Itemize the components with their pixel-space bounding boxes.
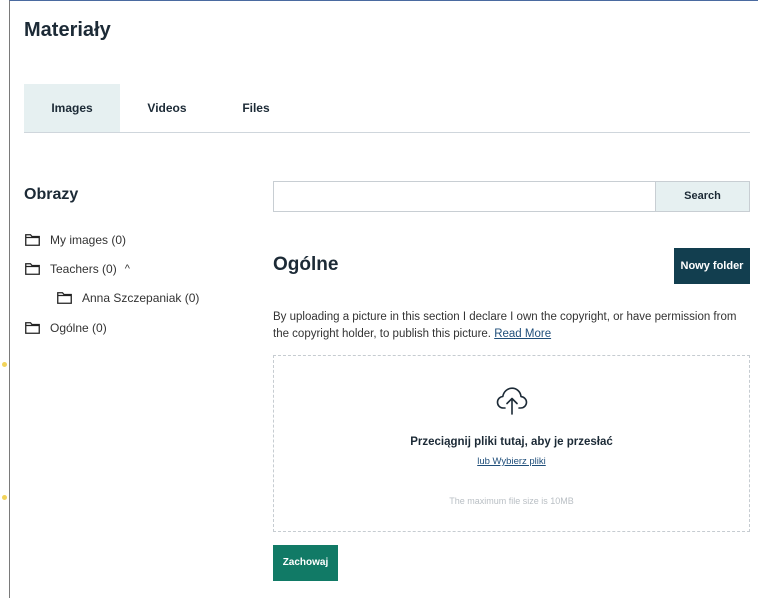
- tab-videos[interactable]: Videos: [134, 84, 200, 132]
- upload-dropzone[interactable]: Przeciągnij pliki tutaj, aby je przesłać…: [273, 355, 750, 532]
- new-folder-button[interactable]: Nowy folder: [674, 248, 750, 284]
- left-edge: [0, 0, 9, 598]
- tab-bar: Images Videos Files: [24, 84, 750, 133]
- folder-icon: [25, 234, 40, 246]
- tab-files[interactable]: Files: [230, 84, 282, 132]
- tree-item-label: Anna Szczepaniak (0): [82, 291, 200, 305]
- cloud-upload-icon: [496, 387, 528, 415]
- folder-icon: [25, 263, 40, 275]
- edge-marker: [2, 362, 7, 367]
- page-title: Materiały: [24, 19, 111, 41]
- copyright-notice: By uploading a picture in this section I…: [273, 309, 743, 343]
- save-button[interactable]: Zachowaj: [273, 545, 338, 581]
- tree-item-label: My images (0): [50, 233, 127, 247]
- tree-item-anna-szczepaniak[interactable]: Anna Szczepaniak (0): [57, 289, 199, 307]
- dropzone-link-row: lub Wybierz pliki: [274, 456, 749, 467]
- section-title: Ogólne: [273, 254, 339, 275]
- tree-item-my-images[interactable]: My images (0): [25, 231, 126, 249]
- tree-item-label: Teachers (0): [50, 262, 117, 276]
- chevron-up-icon[interactable]: ^: [125, 263, 130, 275]
- folder-icon: [57, 292, 72, 304]
- sidebar-heading: Obrazy: [24, 186, 79, 203]
- tree-item-label: Ogólne (0): [50, 321, 107, 335]
- read-more-link[interactable]: Read More: [494, 328, 551, 340]
- choose-files-link[interactable]: lub Wybierz pliki: [477, 456, 546, 467]
- tree-item-teachers[interactable]: Teachers (0) ^: [25, 260, 130, 278]
- edge-marker: [2, 495, 7, 500]
- tab-images[interactable]: Images: [24, 84, 120, 132]
- tree-item-ogolne[interactable]: Ogólne (0): [25, 319, 107, 337]
- max-file-size-text: The maximum file size is 10MB: [449, 496, 574, 506]
- dropzone-main-text: Przeciągnij pliki tutaj, aby je przesłać: [410, 436, 613, 448]
- search-button[interactable]: Search: [655, 181, 750, 212]
- folder-icon: [25, 322, 40, 334]
- search-input[interactable]: [273, 181, 656, 212]
